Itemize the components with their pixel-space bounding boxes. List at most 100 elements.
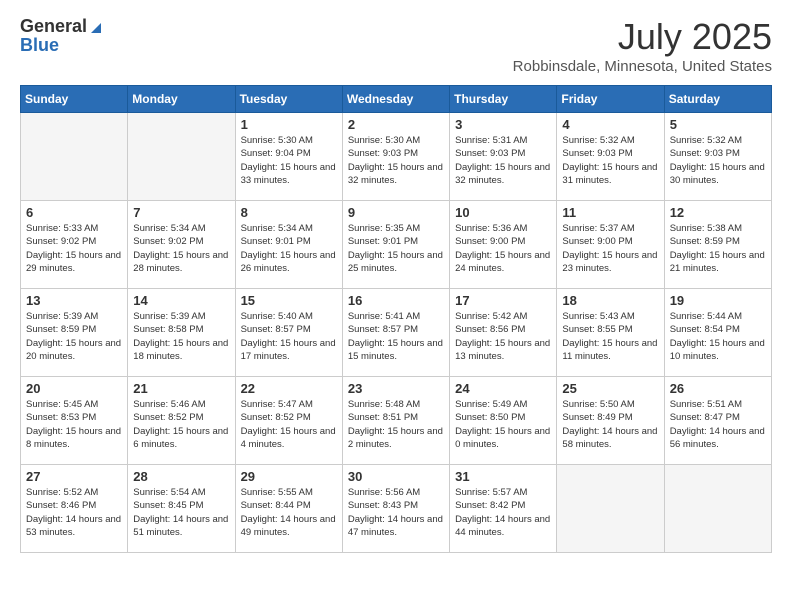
day-number: 12: [670, 205, 766, 220]
cell-info: Sunrise: 5:44 AM Sunset: 8:54 PM Dayligh…: [670, 310, 766, 363]
day-number: 9: [348, 205, 444, 220]
calendar-cell: 9 Sunrise: 5:35 AM Sunset: 9:01 PM Daylig…: [342, 201, 449, 289]
day-number: 1: [241, 117, 337, 132]
day-number: 27: [26, 469, 122, 484]
weekday-header-thursday: Thursday: [450, 86, 557, 113]
weekday-header-wednesday: Wednesday: [342, 86, 449, 113]
calendar-cell: 27 Sunrise: 5:52 AM Sunset: 8:46 PM Dayli…: [21, 465, 128, 553]
calendar-cell: 29 Sunrise: 5:55 AM Sunset: 8:44 PM Dayli…: [235, 465, 342, 553]
cell-info: Sunrise: 5:50 AM Sunset: 8:49 PM Dayligh…: [562, 398, 658, 451]
day-number: 22: [241, 381, 337, 396]
cell-info: Sunrise: 5:52 AM Sunset: 8:46 PM Dayligh…: [26, 486, 122, 539]
calendar-cell: 17Sunrise: 5:42 AM Sunset: 8:56 PM Dayli…: [450, 289, 557, 377]
day-number: 3: [455, 117, 551, 132]
day-number: 31: [455, 469, 551, 484]
cell-info: Sunrise: 5:49 AM Sunset: 8:50 PM Dayligh…: [455, 398, 551, 451]
calendar-cell: 1 Sunrise: 5:30 AM Sunset: 9:04 PM Daylig…: [235, 113, 342, 201]
weekday-header-sunday: Sunday: [21, 86, 128, 113]
cell-info: Sunrise: 5:47 AM Sunset: 8:52 PM Dayligh…: [241, 398, 337, 451]
calendar-cell: 14 Sunrise: 5:39 AM Sunset: 8:58 PM Dayli…: [128, 289, 235, 377]
cell-info: Sunrise: 5:33 AM Sunset: 9:02 PM Dayligh…: [26, 222, 122, 275]
day-number: 29: [241, 469, 337, 484]
cell-info: Sunrise: 5:41 AM Sunset: 8:57 PM Dayligh…: [348, 310, 444, 363]
day-number: 20: [26, 381, 122, 396]
day-number: 16: [348, 293, 444, 308]
calendar-cell: 8 Sunrise: 5:34 AM Sunset: 9:01 PM Daylig…: [235, 201, 342, 289]
day-number: 5: [670, 117, 766, 132]
cell-info: Sunrise: 5:39 AM Sunset: 8:58 PM Dayligh…: [133, 310, 229, 363]
location: Robbinsdale, Minnesota, United States: [513, 58, 772, 75]
day-number: 14: [133, 293, 229, 308]
calendar-cell: [557, 465, 664, 553]
day-number: 8: [241, 205, 337, 220]
day-number: 19: [670, 293, 766, 308]
cell-info: Sunrise: 5:32 AM Sunset: 9:03 PM Dayligh…: [670, 134, 766, 187]
logo-icon: [89, 21, 103, 35]
cell-info: Sunrise: 5:40 AM Sunset: 8:57 PM Dayligh…: [241, 310, 337, 363]
calendar-cell: 21 Sunrise: 5:46 AM Sunset: 8:52 PM Dayli…: [128, 377, 235, 465]
calendar-cell: 30 Sunrise: 5:56 AM Sunset: 8:43 PM Dayli…: [342, 465, 449, 553]
calendar-cell: [128, 113, 235, 201]
day-number: 26: [670, 381, 766, 396]
page-header: General Blue July 2025 Robbinsdale, Minn…: [20, 16, 772, 75]
cell-info: Sunrise: 5:56 AM Sunset: 8:43 PM Dayligh…: [348, 486, 444, 539]
title-area: July 2025 Robbinsdale, Minnesota, United…: [513, 16, 772, 75]
calendar-cell: 18Sunrise: 5:43 AM Sunset: 8:55 PM Dayli…: [557, 289, 664, 377]
calendar-cell: 22 Sunrise: 5:47 AM Sunset: 8:52 PM Dayli…: [235, 377, 342, 465]
calendar-cell: 3 Sunrise: 5:31 AM Sunset: 9:03 PM Daylig…: [450, 113, 557, 201]
calendar-cell: 11Sunrise: 5:37 AM Sunset: 9:00 PM Dayli…: [557, 201, 664, 289]
day-number: 25: [562, 381, 658, 396]
day-number: 2: [348, 117, 444, 132]
cell-info: Sunrise: 5:55 AM Sunset: 8:44 PM Dayligh…: [241, 486, 337, 539]
calendar-cell: 6 Sunrise: 5:33 AM Sunset: 9:02 PM Daylig…: [21, 201, 128, 289]
day-number: 7: [133, 205, 229, 220]
logo: General Blue: [20, 16, 103, 56]
calendar-cell: 13 Sunrise: 5:39 AM Sunset: 8:59 PM Dayli…: [21, 289, 128, 377]
cell-info: Sunrise: 5:36 AM Sunset: 9:00 PM Dayligh…: [455, 222, 551, 275]
day-number: 15: [241, 293, 337, 308]
cell-info: Sunrise: 5:42 AM Sunset: 8:56 PM Dayligh…: [455, 310, 551, 363]
calendar-cell: 2 Sunrise: 5:30 AM Sunset: 9:03 PM Daylig…: [342, 113, 449, 201]
calendar-cell: 20Sunrise: 5:45 AM Sunset: 8:53 PM Dayli…: [21, 377, 128, 465]
weekday-header-tuesday: Tuesday: [235, 86, 342, 113]
day-number: 13: [26, 293, 122, 308]
weekday-header-friday: Friday: [557, 86, 664, 113]
calendar-cell: 15 Sunrise: 5:40 AM Sunset: 8:57 PM Dayli…: [235, 289, 342, 377]
calendar-cell: 24 Sunrise: 5:49 AM Sunset: 8:50 PM Dayli…: [450, 377, 557, 465]
cell-info: Sunrise: 5:30 AM Sunset: 9:04 PM Dayligh…: [241, 134, 337, 187]
week-row-1: 1 Sunrise: 5:30 AM Sunset: 9:04 PM Daylig…: [21, 113, 772, 201]
month-year: July 2025: [513, 16, 772, 58]
day-number: 30: [348, 469, 444, 484]
day-number: 23: [348, 381, 444, 396]
calendar-cell: 7Sunrise: 5:34 AM Sunset: 9:02 PM Daylig…: [128, 201, 235, 289]
weekday-header-saturday: Saturday: [664, 86, 771, 113]
calendar-cell: 26Sunrise: 5:51 AM Sunset: 8:47 PM Dayli…: [664, 377, 771, 465]
cell-info: Sunrise: 5:46 AM Sunset: 8:52 PM Dayligh…: [133, 398, 229, 451]
cell-info: Sunrise: 5:48 AM Sunset: 8:51 PM Dayligh…: [348, 398, 444, 451]
cell-info: Sunrise: 5:32 AM Sunset: 9:03 PM Dayligh…: [562, 134, 658, 187]
cell-info: Sunrise: 5:34 AM Sunset: 9:01 PM Dayligh…: [241, 222, 337, 275]
cell-info: Sunrise: 5:39 AM Sunset: 8:59 PM Dayligh…: [26, 310, 122, 363]
day-number: 6: [26, 205, 122, 220]
calendar-cell: 12Sunrise: 5:38 AM Sunset: 8:59 PM Dayli…: [664, 201, 771, 289]
day-number: 24: [455, 381, 551, 396]
logo-general: General: [20, 16, 87, 37]
week-row-5: 27 Sunrise: 5:52 AM Sunset: 8:46 PM Dayli…: [21, 465, 772, 553]
calendar-cell: 16 Sunrise: 5:41 AM Sunset: 8:57 PM Dayli…: [342, 289, 449, 377]
day-number: 11: [562, 205, 658, 220]
calendar-table: SundayMondayTuesdayWednesdayThursdayFrid…: [20, 85, 772, 553]
calendar-cell: 19 Sunrise: 5:44 AM Sunset: 8:54 PM Dayli…: [664, 289, 771, 377]
calendar-cell: 28Sunrise: 5:54 AM Sunset: 8:45 PM Dayli…: [128, 465, 235, 553]
week-row-2: 6 Sunrise: 5:33 AM Sunset: 9:02 PM Daylig…: [21, 201, 772, 289]
cell-info: Sunrise: 5:54 AM Sunset: 8:45 PM Dayligh…: [133, 486, 229, 539]
calendar-cell: [664, 465, 771, 553]
day-number: 10: [455, 205, 551, 220]
calendar-cell: 4 Sunrise: 5:32 AM Sunset: 9:03 PM Daylig…: [557, 113, 664, 201]
cell-info: Sunrise: 5:35 AM Sunset: 9:01 PM Dayligh…: [348, 222, 444, 275]
cell-info: Sunrise: 5:31 AM Sunset: 9:03 PM Dayligh…: [455, 134, 551, 187]
day-number: 21: [133, 381, 229, 396]
weekday-header-row: SundayMondayTuesdayWednesdayThursdayFrid…: [21, 86, 772, 113]
cell-info: Sunrise: 5:30 AM Sunset: 9:03 PM Dayligh…: [348, 134, 444, 187]
calendar-cell: 31Sunrise: 5:57 AM Sunset: 8:42 PM Dayli…: [450, 465, 557, 553]
day-number: 4: [562, 117, 658, 132]
